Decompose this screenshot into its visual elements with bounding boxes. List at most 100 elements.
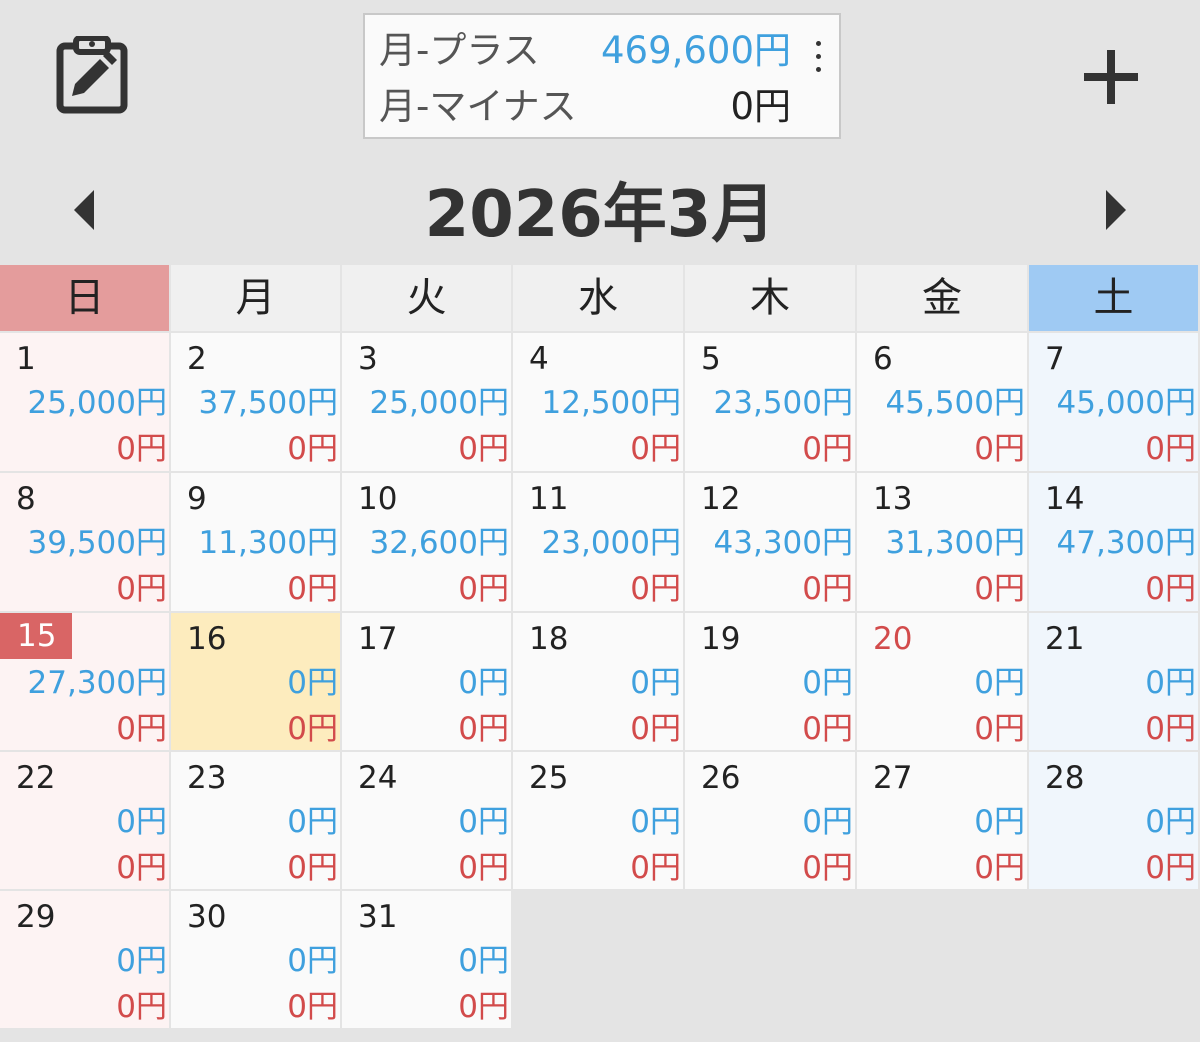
triangle-left-icon xyxy=(74,190,94,230)
day-plus-amount: 43,300円 xyxy=(713,525,853,561)
day-cell[interactable]: 6 45,500円 0円 xyxy=(857,333,1029,473)
day-cell[interactable]: 20 0円 0円 xyxy=(857,613,1029,752)
day-number: 20 xyxy=(873,621,913,657)
day-cell[interactable]: 18 0円 0円 xyxy=(513,613,685,752)
day-cell[interactable]: 25 0円 0円 xyxy=(513,752,685,891)
day-minus-amount: 0円 xyxy=(1145,571,1196,607)
empty-cell xyxy=(1029,891,1200,1030)
day-minus-amount: 0円 xyxy=(630,431,681,467)
day-plus-amount: 37,500円 xyxy=(198,385,338,421)
day-cell[interactable]: 1 25,000円 0円 xyxy=(0,333,171,473)
day-cell[interactable]: 27 0円 0円 xyxy=(857,752,1029,891)
day-minus-amount: 0円 xyxy=(458,850,509,886)
day-number: 25 xyxy=(529,760,569,796)
day-plus-amount: 12,500円 xyxy=(541,385,681,421)
day-number: 29 xyxy=(16,899,56,935)
day-minus-amount: 0円 xyxy=(116,431,167,467)
day-number: 7 xyxy=(1045,341,1065,377)
weekday-2: 火 xyxy=(342,265,513,331)
day-cell[interactable]: 17 0円 0円 xyxy=(342,613,513,752)
day-plus-amount: 45,000円 xyxy=(1056,385,1196,421)
day-minus-amount: 0円 xyxy=(116,571,167,607)
day-cell[interactable]: 31 0円 0円 xyxy=(342,891,513,1030)
day-cell[interactable]: 13 31,300円 0円 xyxy=(857,473,1029,613)
day-minus-amount: 0円 xyxy=(287,850,338,886)
day-cell[interactable]: 30 0円 0円 xyxy=(171,891,342,1030)
day-number: 13 xyxy=(873,481,913,517)
day-cell[interactable]: 7 45,000円 0円 xyxy=(1029,333,1200,473)
day-plus-amount: 23,500円 xyxy=(713,385,853,421)
day-minus-amount: 0円 xyxy=(1145,711,1196,747)
day-cell[interactable]: 29 0円 0円 xyxy=(0,891,171,1030)
day-cell[interactable]: 23 0円 0円 xyxy=(171,752,342,891)
day-cell[interactable]: 12 43,300円 0円 xyxy=(685,473,857,613)
monthly-plus-label: 月-プラス xyxy=(379,29,540,72)
day-number: 31 xyxy=(358,899,398,935)
day-number: 10 xyxy=(358,481,398,517)
add-button[interactable] xyxy=(1080,46,1142,108)
day-plus-amount: 27,300円 xyxy=(27,665,167,701)
day-cell[interactable]: 24 0円 0円 xyxy=(342,752,513,891)
monthly-plus-value: 469,600円 xyxy=(600,29,791,72)
day-number: 17 xyxy=(358,621,398,657)
day-number: 6 xyxy=(873,341,893,377)
day-cell[interactable]: 8 39,500円 0円 xyxy=(0,473,171,613)
day-cell[interactable]: 22 0円 0円 xyxy=(0,752,171,891)
day-cell[interactable]: 14 47,300円 0円 xyxy=(1029,473,1200,613)
day-minus-amount: 0円 xyxy=(458,431,509,467)
weekday-0: 日 xyxy=(0,265,171,331)
monthly-minus-row: 月-マイナス 0円 xyxy=(379,81,791,133)
day-plus-amount: 0円 xyxy=(287,804,338,840)
day-number: 21 xyxy=(1045,621,1085,657)
day-number: 26 xyxy=(701,760,741,796)
day-number: 23 xyxy=(187,760,227,796)
empty-cell xyxy=(857,891,1029,1030)
day-number: 22 xyxy=(16,760,56,796)
day-cell[interactable]: 11 23,000円 0円 xyxy=(513,473,685,613)
edit-button[interactable] xyxy=(52,35,132,116)
day-cell[interactable]: 9 11,300円 0円 xyxy=(171,473,342,613)
day-cell[interactable]: 21 0円 0円 xyxy=(1029,613,1200,752)
top-bar: 月-プラス 469,600円 月-マイナス 0円 2026年3月 xyxy=(0,0,1200,262)
day-minus-amount: 0円 xyxy=(974,850,1025,886)
next-month-button[interactable] xyxy=(1094,184,1138,236)
day-plus-amount: 31,300円 xyxy=(885,525,1025,561)
day-plus-amount: 0円 xyxy=(1145,804,1196,840)
empty-cell xyxy=(513,891,685,1030)
triangle-right-icon xyxy=(1106,190,1126,230)
day-number: 8 xyxy=(16,481,36,517)
day-number: 4 xyxy=(529,341,549,377)
day-cell[interactable]: 2 37,500円 0円 xyxy=(171,333,342,473)
prev-month-button[interactable] xyxy=(62,184,106,236)
day-cell[interactable]: 10 32,600円 0円 xyxy=(342,473,513,613)
day-plus-amount: 0円 xyxy=(1145,665,1196,701)
day-plus-amount: 25,000円 xyxy=(369,385,509,421)
day-cell[interactable]: 3 25,000円 0円 xyxy=(342,333,513,473)
kebab-icon[interactable] xyxy=(813,37,825,77)
day-number: 11 xyxy=(529,481,569,517)
day-cell[interactable]: 4 12,500円 0円 xyxy=(513,333,685,473)
day-minus-amount: 0円 xyxy=(116,989,167,1025)
day-cell[interactable]: 19 0円 0円 xyxy=(685,613,857,752)
day-minus-amount: 0円 xyxy=(1145,431,1196,467)
day-plus-amount: 23,000円 xyxy=(541,525,681,561)
day-cell[interactable]: 28 0円 0円 xyxy=(1029,752,1200,891)
day-minus-amount: 0円 xyxy=(116,711,167,747)
day-cell[interactable]: 5 23,500円 0円 xyxy=(685,333,857,473)
day-plus-amount: 25,000円 xyxy=(27,385,167,421)
day-plus-amount: 45,500円 xyxy=(885,385,1025,421)
weekday-6: 土 xyxy=(1029,265,1200,331)
day-plus-amount: 0円 xyxy=(116,943,167,979)
monthly-summary[interactable]: 月-プラス 469,600円 月-マイナス 0円 xyxy=(363,13,841,139)
day-cell[interactable]: 16 0円 0円 xyxy=(171,613,342,752)
day-cell[interactable]: 15 27,300円 0円 xyxy=(0,613,171,752)
day-number: 24 xyxy=(358,760,398,796)
day-plus-amount: 32,600円 xyxy=(369,525,509,561)
day-minus-amount: 0円 xyxy=(802,571,853,607)
day-number: 19 xyxy=(701,621,741,657)
day-plus-amount: 0円 xyxy=(287,943,338,979)
weekday-3: 水 xyxy=(513,265,685,331)
day-plus-amount: 47,300円 xyxy=(1056,525,1196,561)
day-minus-amount: 0円 xyxy=(458,989,509,1025)
day-cell[interactable]: 26 0円 0円 xyxy=(685,752,857,891)
